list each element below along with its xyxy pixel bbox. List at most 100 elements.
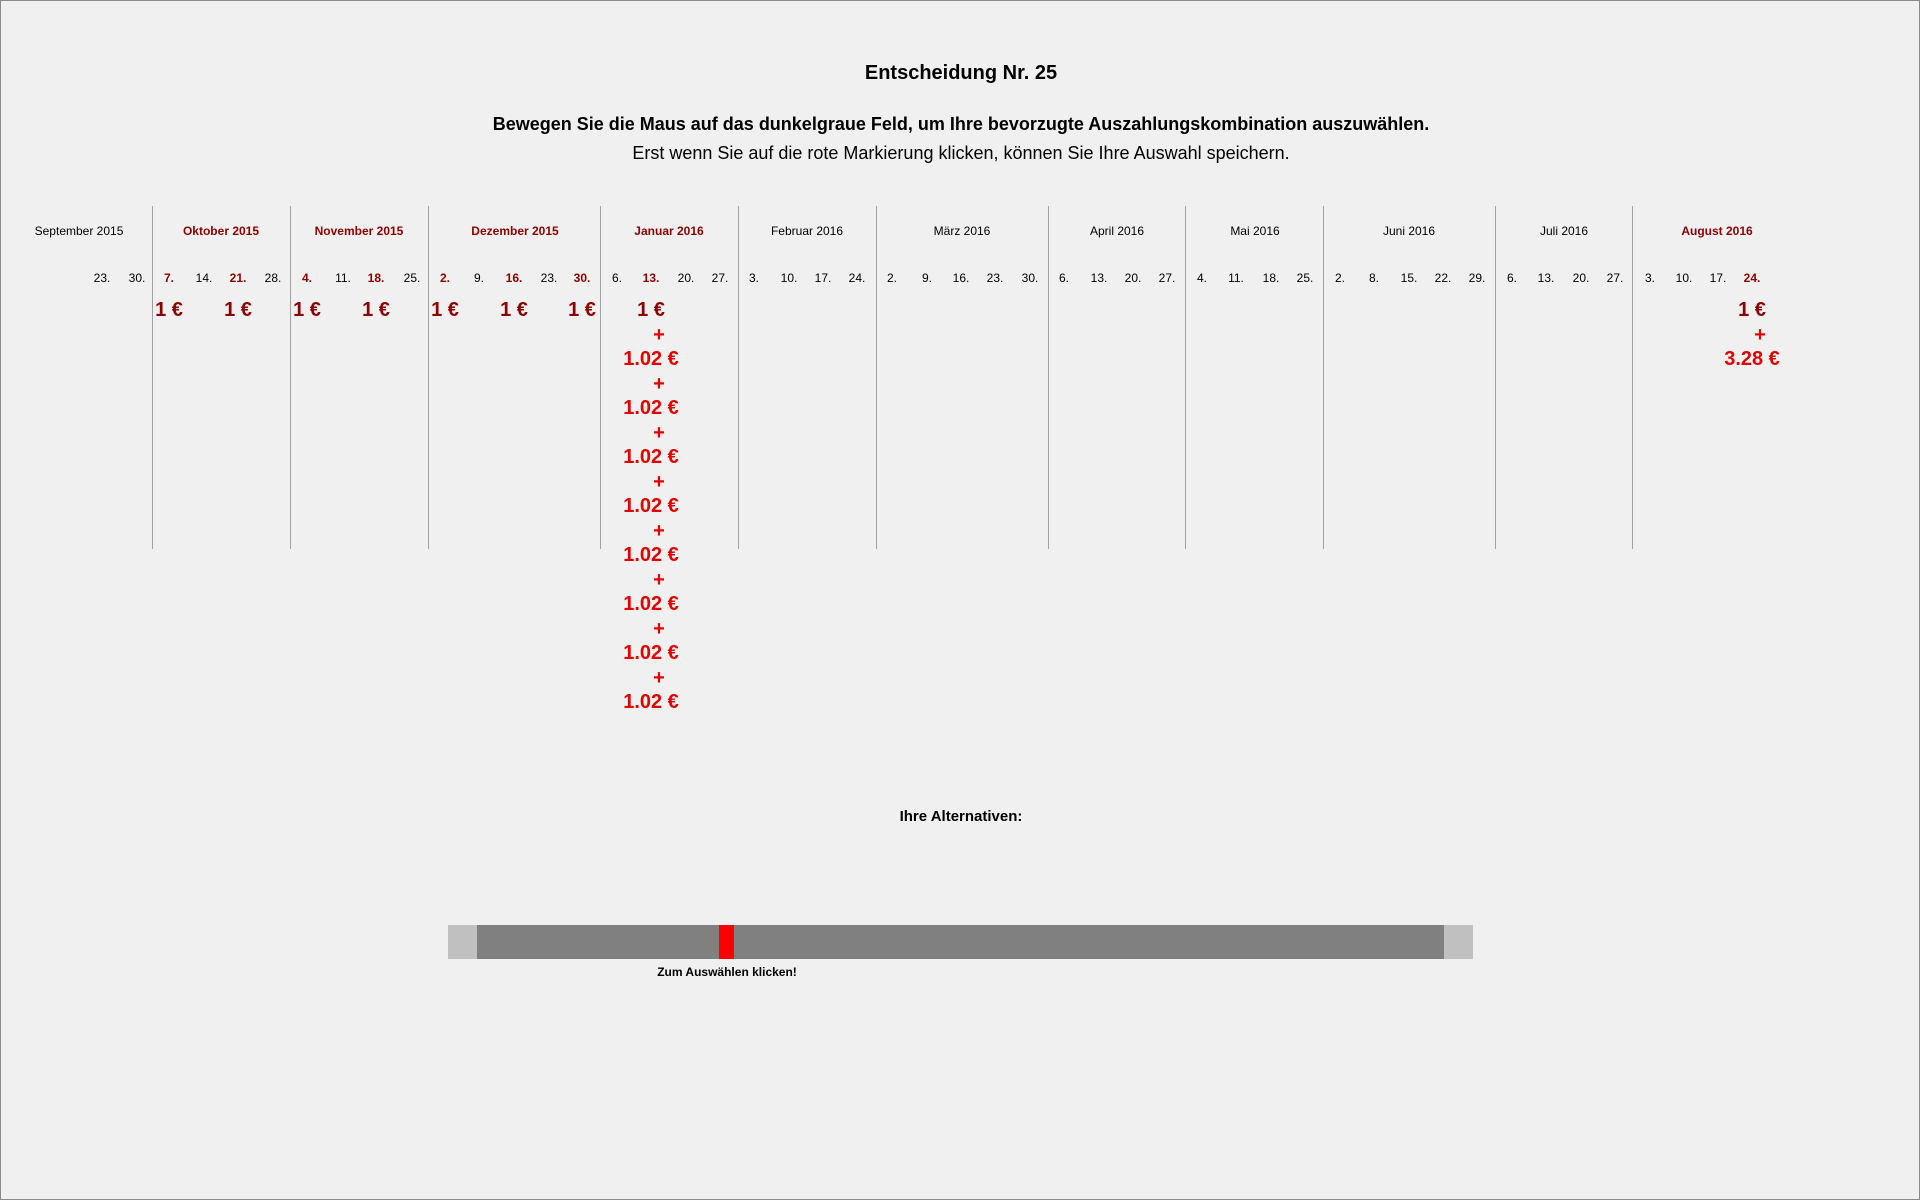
payment-bonus: 1.02 € [623, 593, 679, 615]
payment-bonus: 3.28 € [1724, 348, 1780, 370]
payment-amount: 1 € [155, 299, 183, 321]
day-label: 11. [1228, 271, 1244, 285]
day-label: 22. [1434, 271, 1452, 285]
day-label: 20. [1572, 271, 1590, 285]
day-label: 28. [264, 271, 282, 285]
month-separator [1185, 206, 1186, 549]
month-label: Juni 2016 [1382, 224, 1436, 238]
payment-bonus: 1.02 € [623, 642, 679, 664]
month-separator [1495, 206, 1496, 549]
month-label: März 2016 [933, 224, 991, 238]
month-separator [738, 206, 739, 549]
payment-amount: 1 € [1738, 299, 1766, 321]
day-label: 21. [229, 271, 247, 285]
month-separator [152, 206, 153, 549]
day-label: 10. [780, 271, 798, 285]
day-label: 9. [473, 271, 485, 285]
day-label: 30. [1021, 271, 1039, 285]
month-label: Juli 2016 [1539, 224, 1589, 238]
slider-selection-area[interactable] [477, 925, 1444, 959]
month-label: September 2015 [34, 224, 124, 238]
day-label: 30. [573, 271, 591, 285]
month-label: Mai 2016 [1230, 224, 1280, 238]
day-label: 14. [195, 271, 213, 285]
payment-amount: 1 € [362, 299, 390, 321]
payment-amount: 1 € [500, 299, 528, 321]
day-label: 25. [1296, 271, 1314, 285]
day-label: 27. [711, 271, 729, 285]
day-label: 23. [986, 271, 1004, 285]
payment-bonus: 1.02 € [623, 397, 679, 419]
day-label: 3. [1644, 271, 1656, 285]
subinstruction-text: Erst wenn Sie auf die rote Markierung kl… [632, 143, 1290, 163]
day-label: 11. [335, 271, 351, 285]
payment-amount: 1 € [293, 299, 321, 321]
day-label: 25. [403, 271, 421, 285]
month-separator [1323, 206, 1324, 549]
payment-bonus: 1.02 € [623, 348, 679, 370]
month-separator [428, 206, 429, 549]
payment-plus: + [653, 618, 665, 640]
month-label: August 2016 [1681, 224, 1753, 238]
day-label: 2. [439, 271, 451, 285]
day-label: 13. [1537, 271, 1555, 285]
month-separator [876, 206, 877, 549]
page-title: Entscheidung Nr. 25 [864, 62, 1058, 84]
month-label: Oktober 2015 [182, 224, 260, 238]
month-label: April 2016 [1089, 224, 1145, 238]
day-label: 17. [1709, 271, 1727, 285]
payment-bonus: 1.02 € [623, 446, 679, 468]
day-label: 18. [367, 271, 385, 285]
day-label: 18. [1262, 271, 1280, 285]
app-window: Entscheidung Nr. 25 Bewegen Sie die Maus… [0, 0, 1920, 1200]
payment-plus: + [653, 471, 665, 493]
payment-plus: + [653, 520, 665, 542]
instruction-text: Bewegen Sie die Maus auf das dunkelgraue… [492, 114, 1430, 134]
day-label: 24. [1743, 271, 1761, 285]
day-label: 8. [1368, 271, 1380, 285]
payment-plus: + [653, 422, 665, 444]
day-label: 23. [93, 271, 111, 285]
day-label: 10. [1675, 271, 1693, 285]
payment-bonus: 1.02 € [623, 691, 679, 713]
payment-plus: + [1754, 324, 1766, 346]
month-separator [1632, 206, 1633, 549]
day-label: 30. [128, 271, 146, 285]
month-label: November 2015 [314, 224, 404, 238]
payment-plus: + [653, 324, 665, 346]
payment-plus: + [653, 373, 665, 395]
month-label: Dezember 2015 [471, 224, 559, 238]
payment-bonus: 1.02 € [623, 495, 679, 517]
day-label: 3. [748, 271, 760, 285]
day-label: 20. [677, 271, 695, 285]
day-label: 17. [814, 271, 832, 285]
day-label: 6. [1506, 271, 1518, 285]
payment-amount: 1 € [224, 299, 252, 321]
day-label: 23. [540, 271, 558, 285]
day-label: 29. [1468, 271, 1486, 285]
payment-amount: 1 € [431, 299, 459, 321]
payment-plus: + [653, 569, 665, 591]
month-separator [290, 206, 291, 549]
month-separator [600, 206, 601, 549]
day-label: 27. [1158, 271, 1176, 285]
day-label: 6. [611, 271, 623, 285]
payment-bonus: 1.02 € [623, 544, 679, 566]
day-label: 20. [1124, 271, 1142, 285]
day-label: 16. [952, 271, 970, 285]
day-label: 2. [886, 271, 898, 285]
payment-amount: 1 € [637, 299, 665, 321]
day-label: 4. [1196, 271, 1208, 285]
slider-marker[interactable] [719, 925, 734, 959]
month-label: Januar 2016 [634, 224, 704, 238]
month-label: Februar 2016 [770, 224, 844, 238]
payment-amount: 1 € [568, 299, 596, 321]
day-label: 6. [1058, 271, 1070, 285]
day-label: 27. [1606, 271, 1624, 285]
slider-hint: Zum Auswählen klicken! [657, 965, 797, 979]
day-label: 4. [301, 271, 313, 285]
day-label: 24. [848, 271, 866, 285]
alternatives-label: Ihre Alternativen: [899, 808, 1023, 825]
day-label: 16. [505, 271, 523, 285]
day-label: 15. [1400, 271, 1418, 285]
